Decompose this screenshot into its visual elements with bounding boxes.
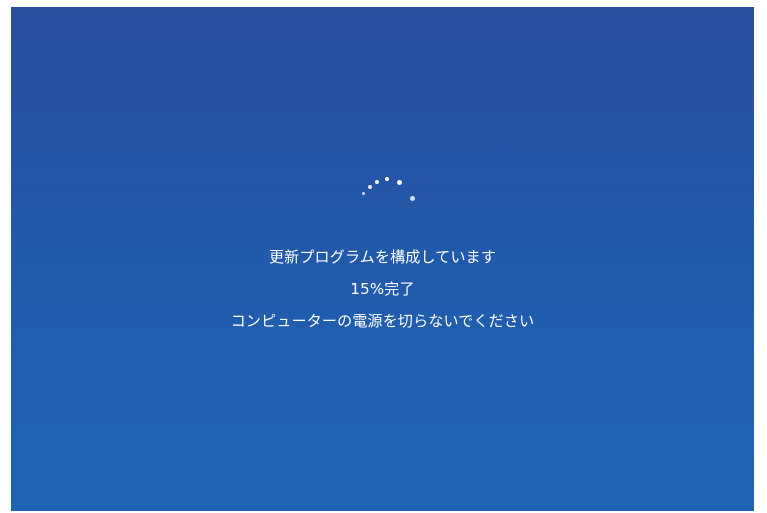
status-title: 更新プログラムを構成しています [268,248,497,266]
spinner-dot [397,180,402,185]
progress-text: 15%完了 [350,280,415,298]
spinner-dot [362,192,365,195]
warning-text: コンピューターの電源を切らないでください [230,312,535,330]
spinner-dot [368,185,372,189]
spinner-dot [375,180,379,184]
spinner-dot [385,177,389,181]
update-screen: 更新プログラムを構成しています 15%完了 コンピューターの電源を切らないでくだ… [11,7,754,511]
loading-spinner-icon [359,170,419,206]
spinner-dot [410,196,415,201]
